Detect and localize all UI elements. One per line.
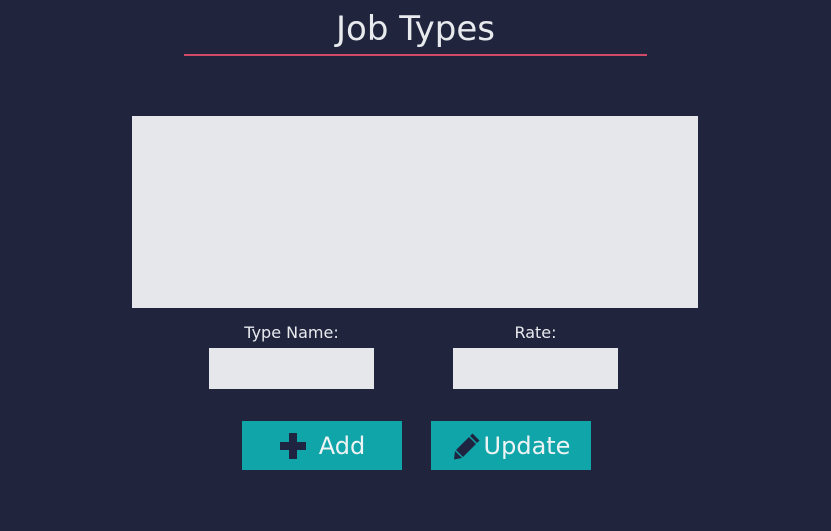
job-types-window: Job Types Type Name: Rate: Add Update [0, 0, 831, 531]
plus-icon [279, 432, 307, 460]
page-title: Job Types [335, 9, 496, 49]
type-name-input[interactable] [209, 348, 374, 389]
job-types-list[interactable] [132, 116, 698, 308]
title-underline [184, 54, 647, 56]
type-name-label: Type Name: [244, 323, 339, 342]
rate-input[interactable] [453, 348, 618, 389]
pencil-icon [452, 431, 482, 461]
add-button[interactable]: Add [242, 421, 402, 470]
update-button[interactable]: Update [431, 421, 591, 470]
add-button-label: Add [318, 431, 366, 460]
update-button-label: Update [483, 431, 571, 460]
rate-label: Rate: [514, 323, 557, 342]
